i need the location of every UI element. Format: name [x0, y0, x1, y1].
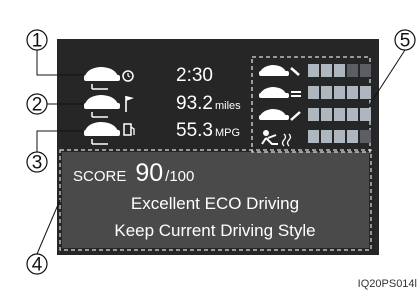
eco-evaluation-row	[259, 64, 371, 77]
eval-segment-filled	[321, 130, 332, 143]
callout-1-number: 1	[32, 31, 43, 52]
eval-segment-filled	[321, 108, 332, 121]
callout-3-number: 3	[32, 153, 43, 174]
eco-display-illustration: 2:30 93.2 miles 55.3 MPG SCORE 90 /100 E…	[26, 29, 417, 290]
eval-segment-filled	[308, 108, 319, 121]
economy-unit: MPG	[215, 127, 240, 139]
eval-segment-filled	[308, 86, 319, 99]
eval-segment-filled	[347, 86, 358, 99]
image-code: IQ20PS014l	[358, 278, 417, 290]
score-value: 90	[135, 159, 163, 187]
score-message-line2: Keep Current Driving Style	[114, 221, 315, 240]
trip-time-value: 2:30	[176, 65, 213, 86]
eval-segment-filled	[321, 64, 332, 77]
eval-segment-empty	[360, 130, 371, 143]
eval-segment-filled	[321, 86, 332, 99]
eval-segment-filled	[360, 86, 371, 99]
callout-5-number: 5	[400, 31, 411, 52]
eval-segment-filled	[360, 108, 371, 121]
eval-segment-filled	[334, 86, 345, 99]
distance-value: 93.2	[176, 93, 213, 114]
eval-segment-filled	[308, 64, 319, 77]
eval-segment-filled	[347, 108, 358, 121]
eval-segment-filled	[347, 130, 358, 143]
eval-segment-empty	[347, 64, 358, 77]
eval-segment-filled	[334, 108, 345, 121]
eco-evaluation-row	[259, 108, 371, 121]
eval-segment-filled	[334, 130, 345, 143]
score-max: /100	[165, 168, 194, 185]
score-label: SCORE	[73, 168, 126, 185]
score-message-line1: Excellent ECO Driving	[131, 194, 299, 213]
callout-4: 4	[26, 199, 61, 276]
callout-4-number: 4	[32, 255, 43, 276]
distance-unit: miles	[215, 100, 241, 112]
callout-2-number: 2	[32, 95, 43, 116]
eval-segment-filled	[308, 130, 319, 143]
eco-evaluation-row	[259, 86, 371, 99]
eval-segment-empty	[360, 64, 371, 77]
eval-segment-filled	[334, 64, 345, 77]
economy-value: 55.3	[176, 120, 213, 141]
